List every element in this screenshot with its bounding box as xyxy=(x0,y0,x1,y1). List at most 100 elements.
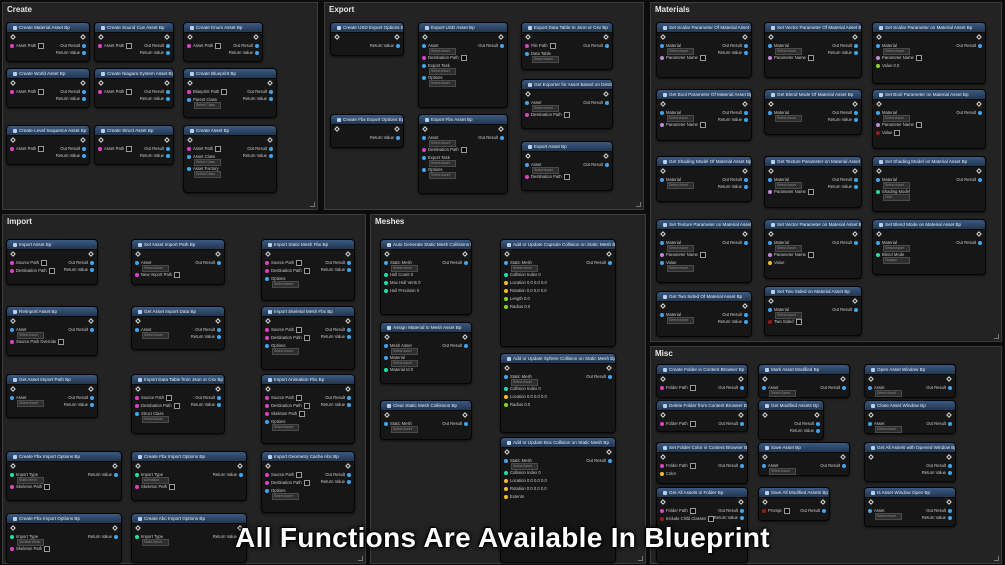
input-pin-destination-path[interactable]: Destination Path xyxy=(10,268,55,274)
asset-picker-dropdown[interactable]: Select Asset xyxy=(775,245,802,252)
exec-in-pin[interactable] xyxy=(768,168,774,174)
output-pin-out-result[interactable]: Out Result xyxy=(722,177,748,182)
node-title[interactable]: Create Folder in Content Browser Bp xyxy=(657,365,747,375)
node-create-fbx-import-options-bp[interactable]: Create Fbx Import Options Bp Import Type S… xyxy=(6,451,122,501)
node-export-fbx-asset-bp[interactable]: Export Fbx Asset Bp Asset Select Asset Dest… xyxy=(418,114,508,194)
node-title[interactable]: Export USD Asset Bp xyxy=(419,23,507,33)
input-pin-parameter-name[interactable]: Parameter Name xyxy=(768,189,814,195)
node-create-enum-asset-bp[interactable]: Create Enum Asset Bp Asset Path Out Result… xyxy=(183,22,263,62)
output-pin-out-result[interactable]: Out Result xyxy=(325,395,351,400)
pin-value-box[interactable] xyxy=(699,55,706,61)
exec-in-pin[interactable] xyxy=(876,231,882,237)
output-pin-return-value[interactable]: Return Value xyxy=(140,96,170,101)
node-title[interactable]: Close Asset Window Bp xyxy=(865,401,955,411)
output-pin-out-result[interactable]: Out Result xyxy=(68,327,94,332)
output-pin-return-value[interactable]: Return Value xyxy=(718,117,748,122)
exec-in-pin[interactable] xyxy=(660,231,666,237)
node-title[interactable]: Import Geometry Cache Abc Bp xyxy=(262,452,354,462)
exec-out-pin[interactable] xyxy=(946,376,952,382)
exec-out-pin[interactable] xyxy=(820,499,826,505)
pin-value-box[interactable] xyxy=(38,146,45,152)
node-title[interactable]: Set Shading Model on Material Asset Bp xyxy=(873,157,985,167)
node-title[interactable]: Open Asset Window Bp xyxy=(865,365,955,375)
pin-value-box[interactable] xyxy=(460,55,467,61)
asset-picker-dropdown[interactable]: Opaque xyxy=(883,257,910,264)
output-pin-return-value[interactable]: Return Value xyxy=(56,96,86,101)
node-title[interactable]: Add or Update Box Collision on Static Me… xyxy=(501,438,615,448)
output-pin-out-result[interactable]: Out Result xyxy=(800,508,826,513)
pin-value-box[interactable] xyxy=(303,480,310,486)
output-pin-out-result[interactable]: Out Result xyxy=(832,307,858,312)
node-title[interactable]: Set Vector Parameter Of Material Asset B… xyxy=(765,23,861,33)
asset-picker-dropdown[interactable]: Select Asset xyxy=(511,379,538,386)
exec-out-pin[interactable] xyxy=(976,101,982,107)
exec-out-pin[interactable] xyxy=(742,303,748,309)
input-pin-value-0-0[interactable]: Value 0.0 xyxy=(876,63,899,68)
pin-value-box[interactable] xyxy=(296,395,303,401)
asset-picker-dropdown[interactable]: Select Asset xyxy=(883,48,910,55)
output-pin-out-result[interactable]: Out Result xyxy=(442,421,468,426)
pin-value-box[interactable] xyxy=(299,411,306,417)
output-pin-return-value[interactable]: Return Value xyxy=(718,319,748,324)
exec-out-pin[interactable] xyxy=(738,454,744,460)
node-title[interactable]: Get Asset Import Path Bp xyxy=(7,375,97,385)
node-set-vector-parameter-of-material-asset-bp[interactable]: Set Vector Parameter Of Material Asset B… xyxy=(764,22,862,78)
exec-out-pin[interactable] xyxy=(80,137,86,143)
output-pin-out-result[interactable]: Out Result xyxy=(718,463,744,468)
node-set-bool-parameter-on-material-asset-bp[interactable]: Set Bool Parameter on Material Asset Bp M… xyxy=(872,89,986,149)
input-pin-destination-path[interactable]: Destination Path xyxy=(265,480,310,486)
node-title[interactable]: Is Asset Window Open Bp xyxy=(865,488,955,498)
node-title[interactable]: Set Scalar Parameter Of Material Asset B… xyxy=(657,23,751,33)
exec-out-pin[interactable] xyxy=(215,386,221,392)
output-pin-out-result[interactable]: Out Result xyxy=(195,395,221,400)
exec-in-pin[interactable] xyxy=(768,231,774,237)
input-pin-asset-path[interactable]: Asset Path xyxy=(98,43,133,49)
exec-out-pin[interactable] xyxy=(88,386,94,392)
pin-value-box[interactable] xyxy=(807,55,814,61)
input-pin-blueprint-path[interactable]: Blueprint Path xyxy=(187,89,228,95)
pin-value-box[interactable] xyxy=(563,112,570,118)
exec-in-pin[interactable] xyxy=(868,499,874,505)
input-pin-destination-path[interactable]: Destination Path xyxy=(525,112,570,118)
input-pin-extents[interactable]: Extents xyxy=(504,494,524,499)
node-title[interactable]: Create Asset Bp xyxy=(184,126,276,136)
input-pin-source-path[interactable]: Source Path xyxy=(265,395,303,401)
input-pin-parameter-name[interactable]: Parameter Name xyxy=(768,55,814,61)
exec-in-pin[interactable] xyxy=(762,454,768,460)
input-pin-skeleton-path[interactable]: Skeleton Path xyxy=(265,411,306,417)
asset-picker-dropdown[interactable]: Select Asset xyxy=(391,426,418,433)
node-set-shading-model-on-material-asset-bp[interactable]: Set Shading Model on Material Asset Bp Ma… xyxy=(872,156,986,212)
output-pin-out-result[interactable]: Out Result xyxy=(68,395,94,400)
exec-in-pin[interactable] xyxy=(876,101,882,107)
exec-out-pin[interactable] xyxy=(606,365,612,371)
input-pin-asset-path[interactable]: Asset Path xyxy=(187,146,222,152)
input-pin-asset-path[interactable]: Asset Path xyxy=(10,89,45,95)
exec-in-pin[interactable] xyxy=(10,34,16,40)
node-title[interactable]: Save All Modified Assets Bp xyxy=(759,488,829,498)
resize-grip-icon[interactable] xyxy=(994,334,999,339)
pin-value-box[interactable] xyxy=(174,272,181,278)
node-title[interactable]: Auto Generate Static Mesh Collisions Bp xyxy=(381,240,471,250)
pin-value-box[interactable] xyxy=(48,268,55,274)
asset-picker-dropdown[interactable]: Select Asset xyxy=(667,115,694,122)
node-create-world-asset-bp[interactable]: Create World Asset Bp Asset Path Out Resul… xyxy=(6,68,90,108)
asset-picker-dropdown[interactable]: Select Class xyxy=(194,159,221,166)
pin-value-box[interactable] xyxy=(894,130,901,136)
output-pin-return-value[interactable]: Return Value xyxy=(140,50,170,55)
node-title[interactable]: Delete Folder from Content Browser Bp xyxy=(657,401,747,411)
output-pin-return-value[interactable]: Return Value xyxy=(370,135,400,140)
exec-out-pin[interactable] xyxy=(164,34,170,40)
output-pin-out-result[interactable]: Out Result xyxy=(583,162,609,167)
pin-value-box[interactable] xyxy=(303,268,310,274)
node-assign-material-to-mesh-asset-bp[interactable]: Assign Material to Mesh Asset Bp Mesh Ass… xyxy=(380,322,472,384)
asset-picker-dropdown[interactable]: Select Asset xyxy=(667,265,694,272)
asset-picker-dropdown[interactable]: Select Class xyxy=(194,102,221,109)
input-pin-folder-path[interactable]: Folder Path xyxy=(660,463,696,469)
input-pin-destination-path[interactable]: Destination Path xyxy=(135,403,180,409)
exec-in-pin[interactable] xyxy=(265,251,271,257)
input-pin-location-0-0-0-0-0-0[interactable]: Location 0.0 0.0 0.0 xyxy=(504,280,547,285)
node-title[interactable]: Get Texture Parameter on Material Asset … xyxy=(765,157,861,167)
asset-picker-dropdown[interactable]: Select Asset xyxy=(391,348,418,355)
output-pin-out-result[interactable]: Out Result xyxy=(144,43,170,48)
exec-out-pin[interactable] xyxy=(738,376,744,382)
